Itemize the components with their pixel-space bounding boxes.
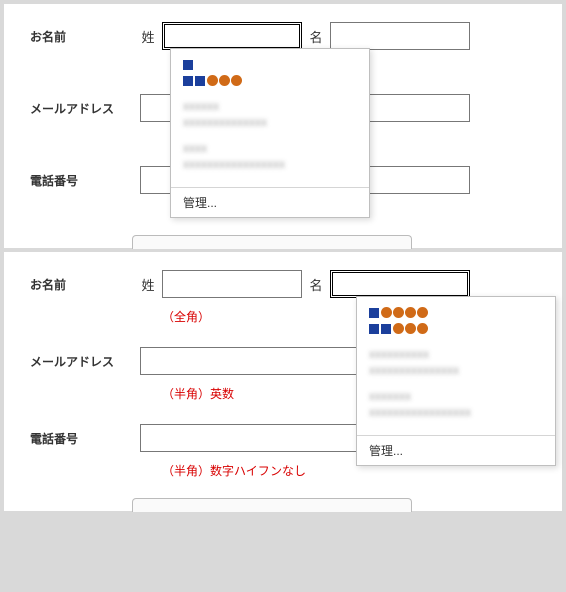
- input-surname[interactable]: [162, 22, 302, 50]
- input-given[interactable]: [330, 22, 470, 50]
- autofill-body: xxxxxx xxxxxxxxxxxxxx xxxx xxxxxxxxxxxxx…: [171, 49, 369, 187]
- label-phone: 電話番号: [30, 424, 140, 447]
- input-surname[interactable]: [162, 270, 302, 298]
- label-email: メールアドレス: [30, 347, 140, 370]
- form-panel-1: お名前 姓 名 メールアドレス 電話番号 xxxxxx xxxxxxxxxxxx: [4, 4, 562, 248]
- label-given: 名: [308, 27, 324, 46]
- autofill-item[interactable]: xxxx xxxxxxxxxxxxxxxxx: [183, 141, 357, 171]
- autofill-primary: [369, 305, 543, 319]
- label-surname: 姓: [140, 27, 156, 46]
- autofill-body: xxxxxxxxxx xxxxxxxxxxxxxxx xxxxxxx xxxxx…: [357, 297, 555, 435]
- autofill-primary: [183, 73, 357, 87]
- autofill-manage[interactable]: 管理...: [171, 187, 369, 217]
- label-surname: 姓: [140, 275, 156, 294]
- autofill-item[interactable]: xxxxxxxxxx xxxxxxxxxxxxxxx: [369, 347, 543, 377]
- autofill-item[interactable]: [183, 57, 357, 87]
- autofill-primary: [369, 321, 543, 335]
- autofill-item[interactable]: xxxxxx xxxxxxxxxxxxxx: [183, 99, 357, 129]
- autofill-dropdown-1[interactable]: xxxxxx xxxxxxxxxxxxxx xxxx xxxxxxxxxxxxx…: [170, 48, 370, 218]
- autofill-primary: xxxxxxxxxx: [369, 347, 543, 361]
- label-given: 名: [308, 275, 324, 294]
- tab-stub: [132, 235, 412, 249]
- autofill-primary: xxxxxx: [183, 99, 357, 113]
- autofill-primary: xxxx: [183, 141, 357, 155]
- label-email: メールアドレス: [30, 94, 140, 117]
- autofill-dropdown-2[interactable]: xxxxxxxxxx xxxxxxxxxxxxxxx xxxxxxx xxxxx…: [356, 296, 556, 466]
- autofill-secondary: xxxxxxxxxxxxxxx: [369, 363, 543, 377]
- autofill-manage[interactable]: 管理...: [357, 435, 555, 465]
- label-name: お名前: [30, 270, 140, 293]
- autofill-primary: xxxxxxx: [369, 389, 543, 403]
- autofill-item[interactable]: [369, 305, 543, 335]
- autofill-secondary: xxxxxxxxxxxxxxxxx: [369, 405, 543, 419]
- label-name: お名前: [30, 22, 140, 45]
- autofill-secondary: xxxxxxxxxxxxxxxxx: [183, 157, 357, 171]
- input-given[interactable]: [330, 270, 470, 298]
- form-panel-2: お名前 姓 名 （全角） メールアドレス （半角）英数 電話番号 （半角）数字ハ…: [4, 252, 562, 511]
- autofill-item[interactable]: xxxxxxx xxxxxxxxxxxxxxxxx: [369, 389, 543, 419]
- autofill-primary: [183, 57, 357, 71]
- fields-name: 姓 名: [140, 22, 536, 50]
- tab-stub: [132, 498, 412, 512]
- autofill-secondary: xxxxxxxxxxxxxx: [183, 115, 357, 129]
- label-phone: 電話番号: [30, 166, 140, 189]
